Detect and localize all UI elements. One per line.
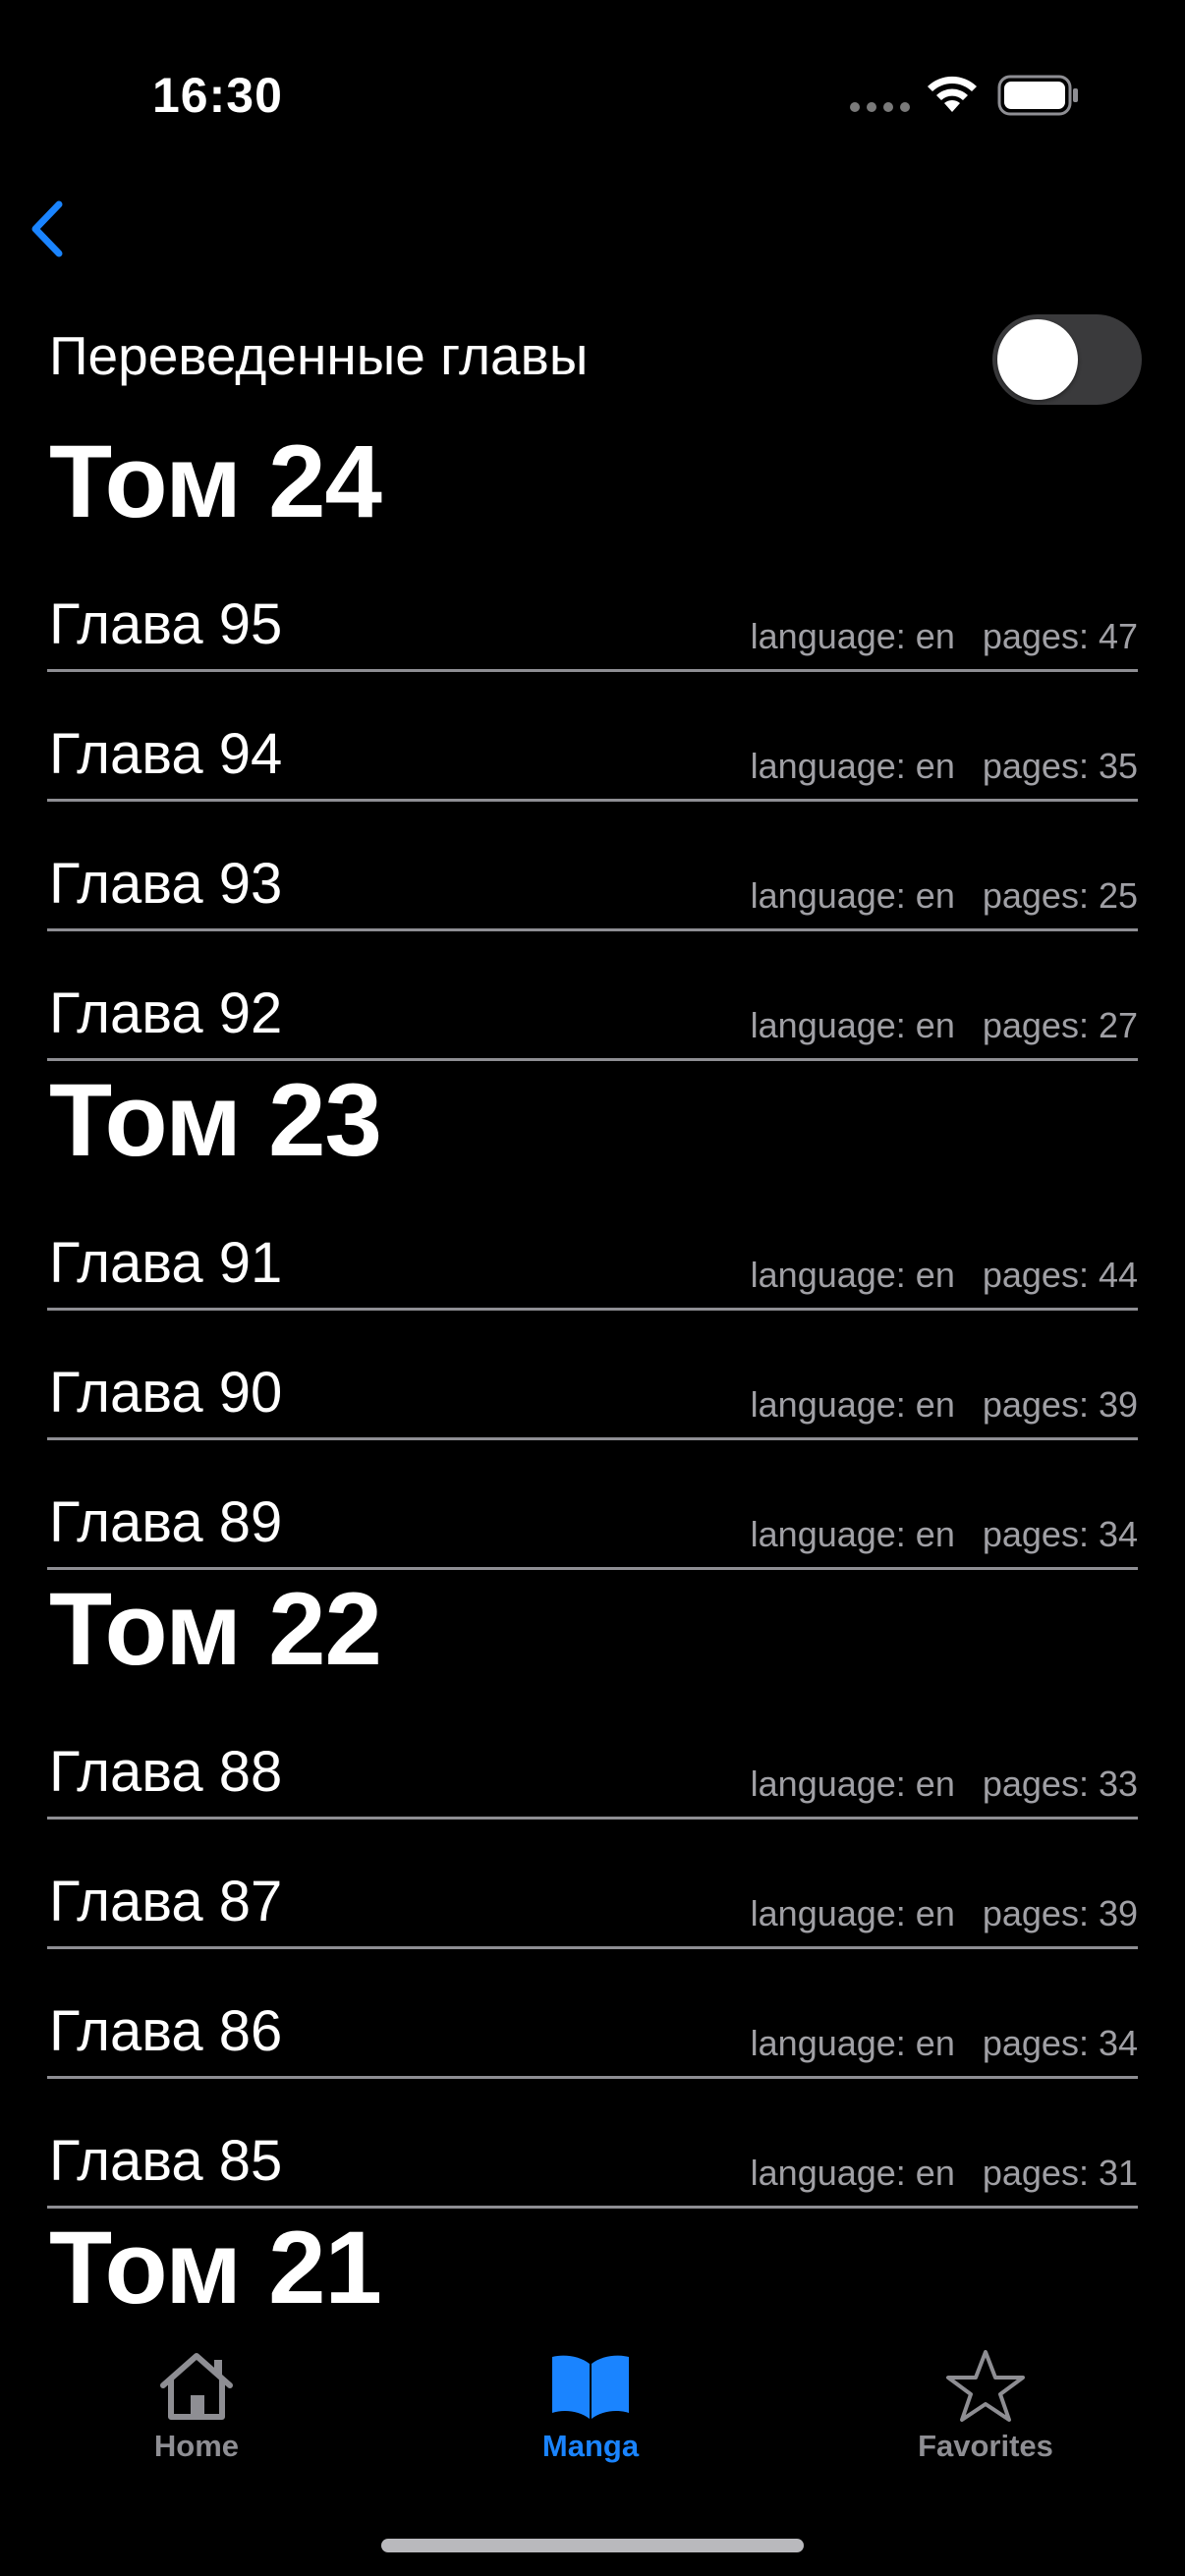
chapter-pages: pages: 33 [982,1764,1138,1804]
chapter-language: language: en [750,1764,955,1804]
chapter-row[interactable]: Глава 88 language: en pages: 33 [47,1690,1138,1820]
chapter-pages: pages: 39 [982,1384,1138,1425]
chapter-pages: pages: 39 [982,1893,1138,1933]
tab-manga[interactable]: Manga [473,2348,708,2464]
chapter-row[interactable]: Глава 89 language: en pages: 34 [47,1440,1138,1570]
chapter-meta: language: en pages: 39 [751,1384,1138,1426]
translated-chapters-toggle[interactable] [992,314,1142,405]
chapter-language: language: en [750,746,955,786]
translated-chapters-label: Переведенные главы [49,325,589,386]
volume-section: Том 21 [0,2209,1185,2328]
chapter-title: Глава 85 [49,2129,283,2193]
volume-section: Том 22 Глава 88 language: en pages: 33 Глава… [0,1570,1185,2209]
toggle-knob [997,319,1078,400]
back-chevron-icon[interactable] [20,195,79,263]
battery-icon [997,75,1078,116]
chapter-language: language: en [750,2153,955,2193]
volume-section: Том 24 Глава 95 language: en pages: 47 Глава… [0,422,1185,1061]
chapter-pages: pages: 34 [982,1514,1138,1554]
house-icon [160,2353,233,2420]
chapter-row[interactable]: Глава 85 language: en pages: 31 [47,2079,1138,2209]
chapter-meta: language: en pages: 33 [751,1764,1138,1805]
chapter-language: language: en [750,1384,955,1425]
volume-section: Том 23 Глава 91 language: en pages: 44 Глава… [0,1061,1185,1570]
volume-title: Том 24 [49,424,382,539]
chapter-title: Глава 92 [49,981,283,1045]
chapter-pages: pages: 31 [982,2153,1138,2193]
chapter-title: Глава 95 [49,592,283,656]
chapter-meta: language: en pages: 35 [751,746,1138,787]
status-time: 16:30 [152,68,283,123]
chapter-meta: language: en pages: 34 [751,2023,1138,2064]
chapter-title: Глава 91 [49,1231,283,1295]
cellular-signal-icon [850,102,910,112]
volume-title: Том 23 [49,1063,382,1178]
chapter-title: Глава 88 [49,1740,283,1804]
chapter-title: Глава 89 [49,1490,283,1554]
chapter-title: Глава 86 [49,1999,283,2063]
chapter-row[interactable]: Глава 87 language: en pages: 39 [47,1820,1138,1949]
chapter-pages: pages: 47 [982,616,1138,656]
volume-title: Том 22 [49,1572,382,1687]
status-bar: 16:30 [0,0,1185,196]
chapter-meta: language: en pages: 39 [751,1893,1138,1934]
chapter-row[interactable]: Глава 86 language: en pages: 34 [47,1949,1138,2079]
volume-title: Том 21 [49,2211,382,2325]
book-icon [552,2355,629,2419]
chapter-meta: language: en pages: 25 [751,875,1138,917]
tab-favorites-label: Favorites [918,2429,1053,2463]
chapter-language: language: en [750,2023,955,2063]
chapter-row[interactable]: Глава 90 language: en pages: 39 [47,1311,1138,1440]
chapter-pages: pages: 27 [982,1005,1138,1045]
tab-home-label: Home [153,2429,240,2463]
star-icon [946,2350,1025,2422]
chapter-row[interactable]: Глава 95 language: en pages: 47 [47,542,1138,672]
chapter-meta: language: en pages: 31 [751,2153,1138,2194]
chapter-language: language: en [750,1514,955,1554]
chapter-pages: pages: 44 [982,1255,1138,1295]
chapter-title: Глава 94 [49,722,283,786]
chapter-title: Глава 87 [49,1870,283,1933]
chapter-meta: language: en pages: 34 [751,1514,1138,1555]
chapter-meta: language: en pages: 44 [751,1255,1138,1296]
chapter-row[interactable]: Глава 91 language: en pages: 44 [47,1181,1138,1311]
chapter-row[interactable]: Глава 93 language: en pages: 25 [47,802,1138,931]
chapter-language: language: en [750,1893,955,1933]
chapter-title: Глава 93 [49,852,283,916]
chapter-pages: pages: 34 [982,2023,1138,2063]
chapter-list[interactable]: Том 24 Глава 95 language: en pages: 47 Глава… [0,422,1185,2338]
chapter-row[interactable]: Глава 92 language: en pages: 27 [47,931,1138,1061]
chapter-pages: pages: 35 [982,746,1138,786]
wifi-icon [928,76,977,112]
home-indicator [381,2539,804,2552]
tab-manga-label: Manga [541,2429,640,2463]
tab-favorites[interactable]: Favorites [868,2348,1103,2464]
chapter-meta: language: en pages: 47 [751,616,1138,657]
chapter-meta: language: en pages: 27 [751,1005,1138,1046]
chapter-language: language: en [750,616,955,656]
chapter-language: language: en [750,1255,955,1295]
chapter-pages: pages: 25 [982,875,1138,916]
chapter-language: language: en [750,1005,955,1045]
chapter-language: language: en [750,875,955,916]
chapter-title: Глава 90 [49,1361,283,1425]
chapter-row[interactable]: Глава 94 language: en pages: 35 [47,672,1138,802]
tab-home[interactable]: Home [79,2348,314,2464]
